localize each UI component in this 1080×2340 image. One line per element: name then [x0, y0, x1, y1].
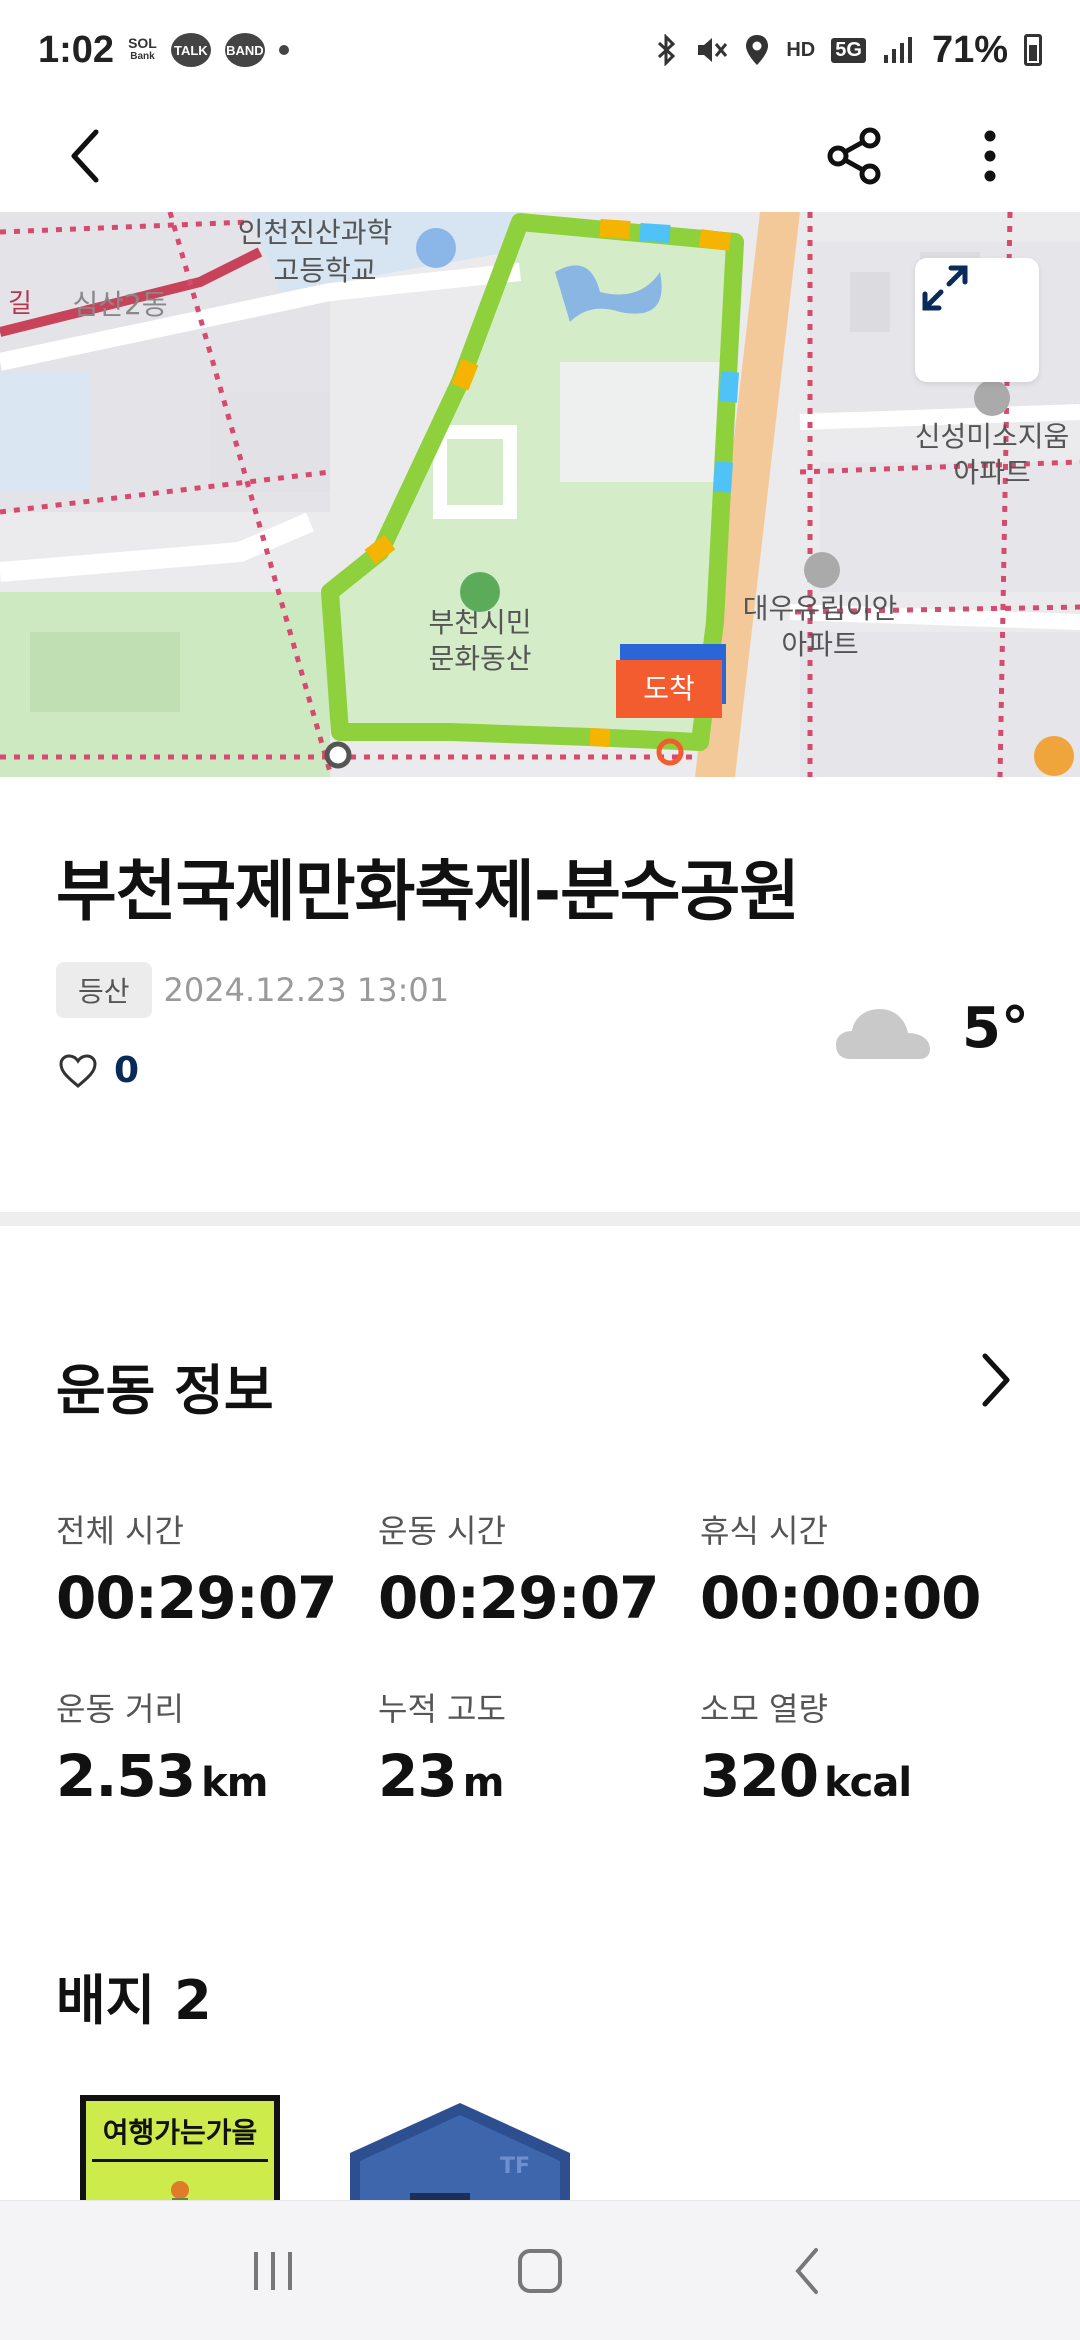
map-label-apt2: 대우유림이안	[743, 592, 898, 625]
home-button[interactable]	[480, 2226, 600, 2316]
app-bar	[0, 100, 1080, 212]
stat-distance: 운동 거리 2.53 km	[56, 1690, 268, 1810]
map-expand-button[interactable]	[915, 258, 1039, 382]
route-map[interactable]: 인천진산과학 고등학교 심산2동 길 부천시민 문화동산 신성미소지움 아파트 …	[0, 212, 1080, 777]
map-label-apt1: 신성미소지움	[915, 420, 1070, 453]
nav-back-button[interactable]	[747, 2226, 867, 2316]
recents-button[interactable]	[213, 2226, 333, 2316]
cloud-icon	[836, 1008, 930, 1059]
map-label-district: 심산2동	[72, 288, 167, 321]
status-time: 1:02	[38, 28, 115, 71]
more-button[interactable]	[950, 116, 1030, 196]
network-type: 5G	[831, 37, 866, 63]
band-icon: BAND	[224, 33, 265, 67]
bluetooth-icon	[658, 34, 676, 66]
stat-rest-time: 휴식 시간 00:00:00	[700, 1512, 982, 1632]
school-poi-icon	[416, 228, 456, 268]
like-button[interactable]: 0	[58, 1050, 139, 1091]
system-nav-bar	[0, 2200, 1080, 2340]
stat-calories: 소모 열량 320 kcal	[700, 1690, 912, 1810]
back-button[interactable]	[46, 116, 126, 196]
battery-icon	[1024, 34, 1042, 66]
svg-text:TF: TF	[500, 2154, 530, 2179]
svg-text:문화동산: 문화동산	[428, 642, 531, 675]
start-point-icon	[324, 741, 352, 769]
like-count: 0	[114, 1050, 140, 1091]
kakaotalk-icon: TALK	[170, 33, 211, 67]
apartment-poi-icon-2	[804, 552, 840, 588]
stat-elevation: 누적 고도 23 m	[378, 1690, 506, 1810]
badges-title: 배지 2	[56, 1969, 212, 2032]
stat-exercise-time: 운동 시간 00:29:07	[378, 1512, 660, 1632]
sol-bank-icon: SOL Bank	[128, 35, 157, 62]
activity-datetime: 2024.12.23 13:01	[163, 971, 450, 1009]
activity-title: 부천국제만화축제-분수공원	[56, 853, 800, 930]
share-icon	[827, 127, 881, 185]
share-button[interactable]	[814, 116, 894, 196]
map-label-road: 길	[8, 289, 32, 319]
svg-text:고등학교: 고등학교	[273, 254, 376, 287]
exercise-info-title: 운동 정보	[56, 1359, 274, 1422]
category-badge: 등산	[56, 962, 152, 1018]
back-icon	[795, 2247, 818, 2294]
recents-icon	[254, 2251, 293, 2290]
shop-poi-icon	[1034, 736, 1074, 776]
expand-icon	[922, 265, 968, 311]
temperature: 5°	[962, 996, 1029, 1061]
mute-icon	[698, 38, 728, 62]
svg-text:아파트: 아파트	[781, 628, 858, 661]
more-vertical-icon	[984, 130, 996, 182]
park-poi-icon	[460, 572, 500, 612]
activity-meta: 등산 2024.12.23 13:01	[56, 962, 449, 1018]
chevron-right-icon	[982, 1353, 1010, 1407]
battery-percent: 71%	[931, 28, 1008, 71]
location-icon	[746, 35, 769, 65]
svg-text:아파트: 아파트	[953, 456, 1030, 489]
map-label-school: 인천진산과학	[238, 216, 393, 249]
badge-label: 여행가는가을	[102, 2116, 258, 2149]
signal-icon	[883, 37, 912, 63]
section-divider	[0, 1212, 1080, 1226]
exercise-info-more-button[interactable]	[966, 1345, 1026, 1415]
weather: 5°	[836, 996, 1029, 1061]
status-bar: 1:02 SOL Bank TALK BAND HD 5G 71%	[0, 0, 1080, 100]
home-icon	[517, 2248, 562, 2293]
notification-dot-icon	[278, 45, 289, 55]
stat-total-time: 전체 시간 00:29:07	[56, 1512, 338, 1632]
hd-voice-icon: HD	[786, 38, 816, 61]
chevron-left-icon	[71, 129, 99, 183]
arrival-label: 도착	[643, 672, 695, 705]
heart-icon	[59, 1053, 97, 1088]
apartment-poi-icon	[974, 380, 1010, 416]
